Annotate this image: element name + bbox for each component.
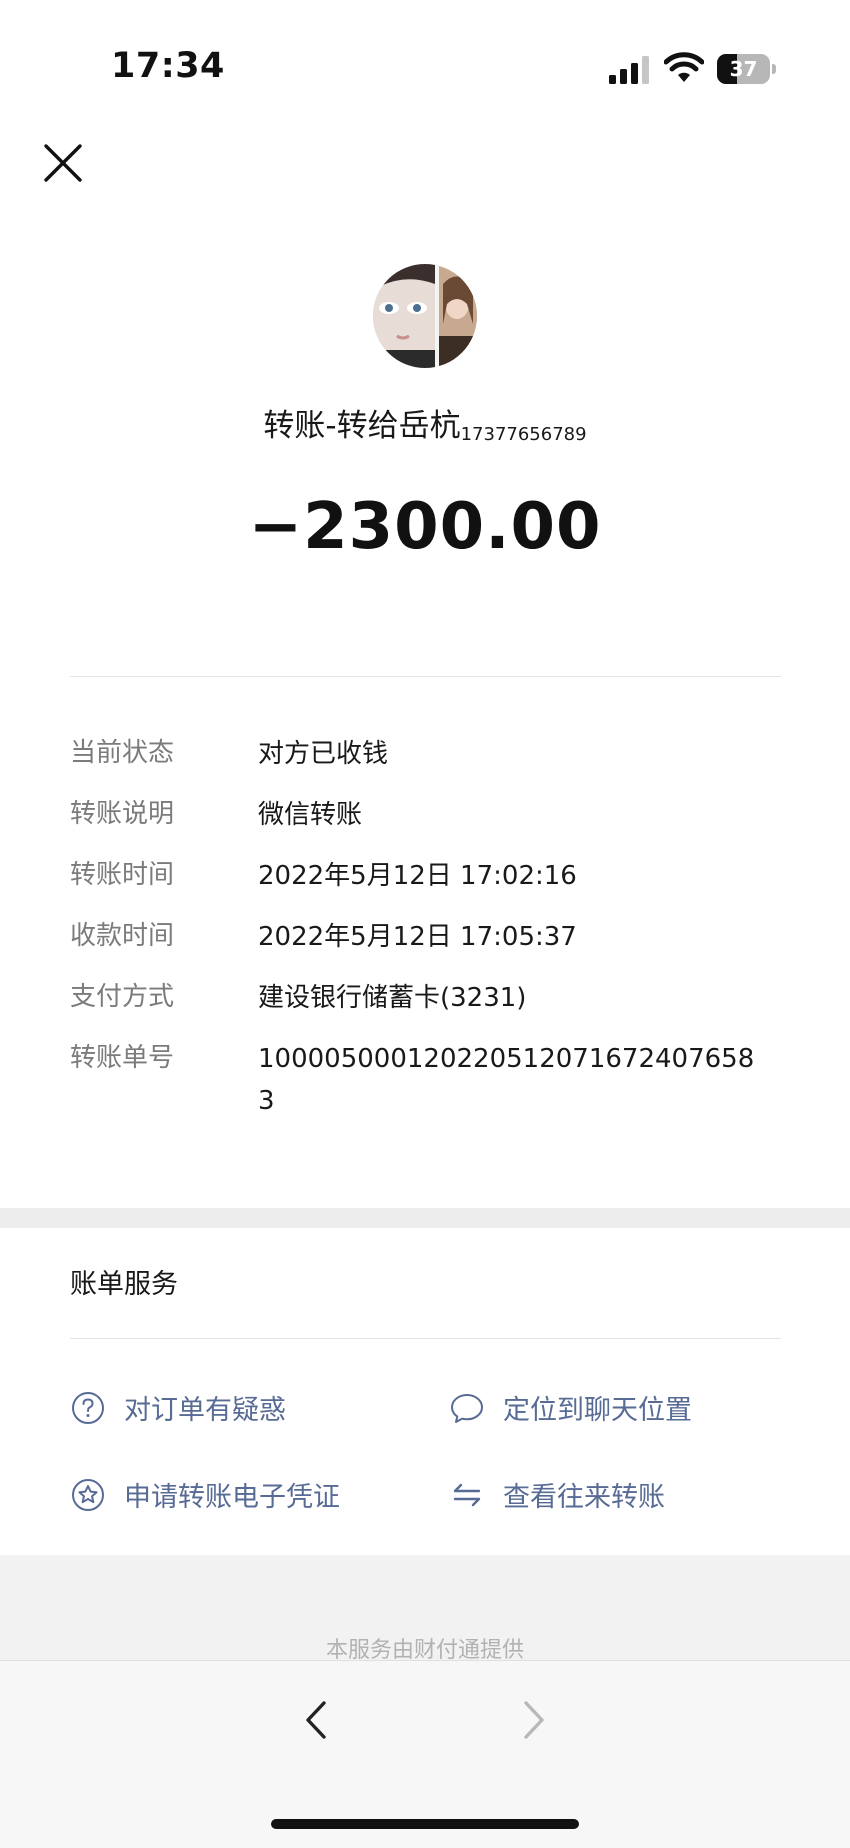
service-label: 申请转账电子凭证 — [124, 1482, 340, 1513]
service-label: 定位到聊天位置 — [503, 1395, 692, 1426]
detail-value: 建设银行储蓄卡(3231) — [258, 983, 527, 1013]
services-title: 账单服务 — [70, 1269, 178, 1300]
status-bar: 17:34 37 — [0, 0, 850, 120]
transfer-amount: −2300.00 — [248, 490, 602, 564]
detail-row-status: 当前状态 对方已收钱 — [70, 733, 790, 794]
back-arrow-icon[interactable] — [296, 1697, 336, 1743]
service-label: 对订单有疑惑 — [124, 1395, 286, 1426]
exchange-arrows-icon — [453, 1483, 481, 1506]
request-receipt-link[interactable]: 申请转账电子凭证 — [70, 1475, 340, 1514]
detail-row-payment-method: 支付方式 建设银行储蓄卡(3231) — [70, 977, 790, 1038]
detail-row-receive-time: 收款时间 2022年5月12日 17:05:37 — [70, 916, 790, 977]
detail-label: 收款时间 — [70, 921, 175, 951]
detail-row-transaction-id: 转账单号 100005000120220512071672407658 3 — [70, 1038, 790, 1122]
view-transfers-link[interactable]: 查看往来转账 — [449, 1475, 665, 1514]
detail-label: 支付方式 — [70, 982, 175, 1012]
close-icon[interactable] — [42, 142, 84, 184]
star-circle-icon — [72, 1478, 104, 1511]
transfer-title-text: 转账-转给岳杭 — [263, 408, 461, 444]
order-question-link[interactable]: 对订单有疑惑 — [70, 1388, 286, 1427]
detail-row-note: 转账说明 微信转账 — [70, 794, 790, 855]
recipient-phone: 17377656789 — [460, 424, 587, 445]
section-separator — [0, 1208, 850, 1228]
avatar-image — [373, 264, 477, 368]
detail-value: 微信转账 — [258, 800, 363, 830]
detail-label: 转账说明 — [70, 799, 175, 829]
detail-list: 当前状态 对方已收钱 转账说明 微信转账 转账时间 2022年5月12日 17:… — [70, 733, 790, 1122]
transaction-id[interactable]: 100005000120220512071672407658 3 — [258, 1038, 778, 1122]
service-label: 查看往来转账 — [503, 1482, 665, 1513]
transfer-title: 转账-转给岳杭17377656789 — [0, 400, 850, 445]
detail-value: 2022年5月12日 17:02:16 — [258, 861, 577, 891]
detail-value: 2022年5月12日 17:05:37 — [258, 922, 577, 952]
wifi-icon — [664, 52, 704, 82]
divider — [70, 676, 781, 677]
question-circle-icon — [72, 1391, 104, 1424]
battery-icon: 37 — [717, 54, 776, 84]
locate-chat-link[interactable]: 定位到聊天位置 — [449, 1388, 692, 1427]
chat-bubble-icon — [451, 1393, 483, 1423]
home-indicator[interactable] — [271, 1819, 579, 1829]
battery-cap — [772, 64, 776, 74]
detail-label: 当前状态 — [70, 738, 175, 768]
avatar — [373, 264, 477, 368]
signal-icon — [609, 56, 649, 84]
battery-level: 37 — [729, 57, 758, 81]
battery-body: 37 — [717, 54, 770, 84]
divider — [70, 1338, 781, 1339]
forward-arrow-icon[interactable] — [514, 1697, 554, 1743]
status-time: 17:34 — [111, 46, 225, 86]
detail-label: 转账时间 — [70, 860, 175, 890]
detail-label: 转账单号 — [70, 1043, 175, 1073]
detail-value: 对方已收钱 — [258, 739, 389, 769]
detail-row-transfer-time: 转账时间 2022年5月12日 17:02:16 — [70, 855, 790, 916]
